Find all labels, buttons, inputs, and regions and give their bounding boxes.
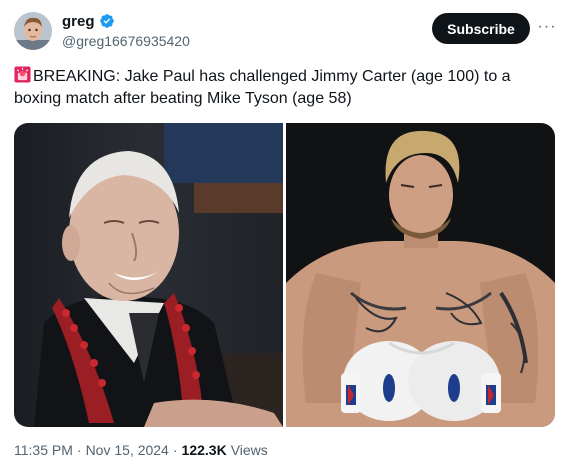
more-options-icon[interactable]: ··· — [536, 16, 558, 38]
subscribe-button[interactable]: Subscribe — [432, 13, 530, 44]
tweet-meta: 11:35 PM · Nov 15, 2024 · 122.3K Views — [14, 442, 268, 458]
author-display-name[interactable]: greg — [62, 13, 95, 30]
photo-boxer-icon — [286, 123, 555, 427]
verified-badge-icon — [99, 14, 114, 28]
tweet-text: BREAKING: Jake Paul has challenged Jimmy… — [14, 66, 534, 110]
views-label: Views — [230, 442, 268, 458]
tweet-body-text: BREAKING: Jake Paul has challenged Jimmy… — [14, 68, 511, 107]
author-info: greg @greg16676935420 — [62, 11, 190, 50]
avatar-photo-icon — [14, 12, 52, 50]
media-photo-right[interactable] — [286, 123, 555, 427]
author-handle[interactable]: @greg16676935420 — [62, 33, 190, 49]
meta-separator: · — [76, 442, 82, 458]
tweet-time[interactable]: 11:35 PM — [14, 442, 73, 458]
tweet: greg @greg16676935420 Subscribe ··· BREA… — [0, 0, 568, 466]
media-photo-left[interactable] — [14, 123, 283, 427]
photo-elderly-man-icon — [14, 123, 283, 427]
tweet-date[interactable]: Nov 15, 2024 — [86, 442, 169, 458]
views-count: 122.3K — [181, 442, 227, 458]
media-grid — [14, 123, 555, 427]
siren-emoji-icon — [14, 66, 31, 83]
author-avatar[interactable] — [14, 12, 52, 50]
meta-separator: · — [172, 442, 178, 458]
